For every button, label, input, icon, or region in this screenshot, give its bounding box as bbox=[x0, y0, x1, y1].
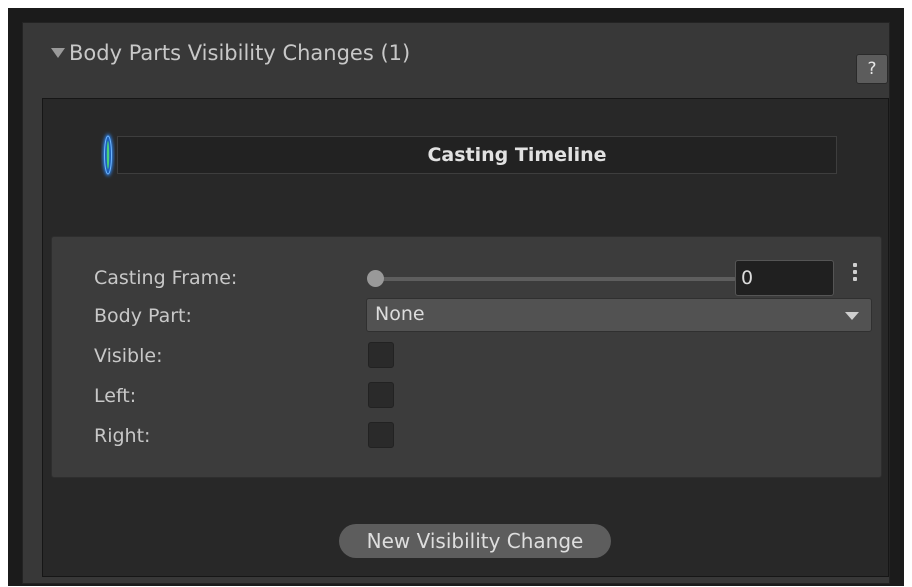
casting-frame-label: Casting Frame: bbox=[94, 267, 238, 289]
inspector-frame: Body Parts Visibility Changes (1) ? Cast… bbox=[8, 8, 904, 586]
visible-label: Visible: bbox=[94, 345, 163, 367]
visibility-change-entry: Casting Frame: 0 Body Part: None Visible… bbox=[51, 236, 882, 478]
body-part-value: None bbox=[375, 303, 425, 325]
help-button[interactable]: ? bbox=[856, 54, 888, 84]
body-part-dropdown[interactable]: None bbox=[366, 298, 872, 332]
right-label: Right: bbox=[94, 425, 151, 447]
new-visibility-change-button[interactable]: New Visibility Change bbox=[339, 524, 611, 558]
casting-frame-slider-knob[interactable] bbox=[367, 270, 384, 287]
visible-checkbox[interactable] bbox=[368, 342, 394, 368]
foldout-arrow-icon[interactable] bbox=[51, 48, 65, 58]
right-checkbox[interactable] bbox=[368, 422, 394, 448]
casting-frame-input[interactable]: 0 bbox=[735, 260, 834, 296]
section-title: Body Parts Visibility Changes (1) bbox=[69, 41, 411, 65]
timeline-label: Casting Timeline bbox=[427, 144, 607, 166]
left-label: Left: bbox=[94, 385, 137, 407]
casting-frame-slider-track[interactable] bbox=[376, 277, 736, 281]
section-header[interactable]: Body Parts Visibility Changes (1) bbox=[23, 23, 889, 79]
body-part-label: Body Part: bbox=[94, 305, 192, 327]
left-checkbox[interactable] bbox=[368, 382, 394, 408]
chevron-down-icon bbox=[845, 312, 859, 320]
body-parts-visibility-panel: Body Parts Visibility Changes (1) ? Cast… bbox=[22, 22, 890, 584]
casting-timeline-bar[interactable]: Casting Timeline bbox=[117, 136, 837, 174]
timeline-handle-icon[interactable] bbox=[101, 131, 115, 179]
timeline-container: Casting Timeline Casting Frame: 0 Body P… bbox=[42, 98, 889, 577]
kebab-menu-icon[interactable] bbox=[850, 263, 860, 287]
